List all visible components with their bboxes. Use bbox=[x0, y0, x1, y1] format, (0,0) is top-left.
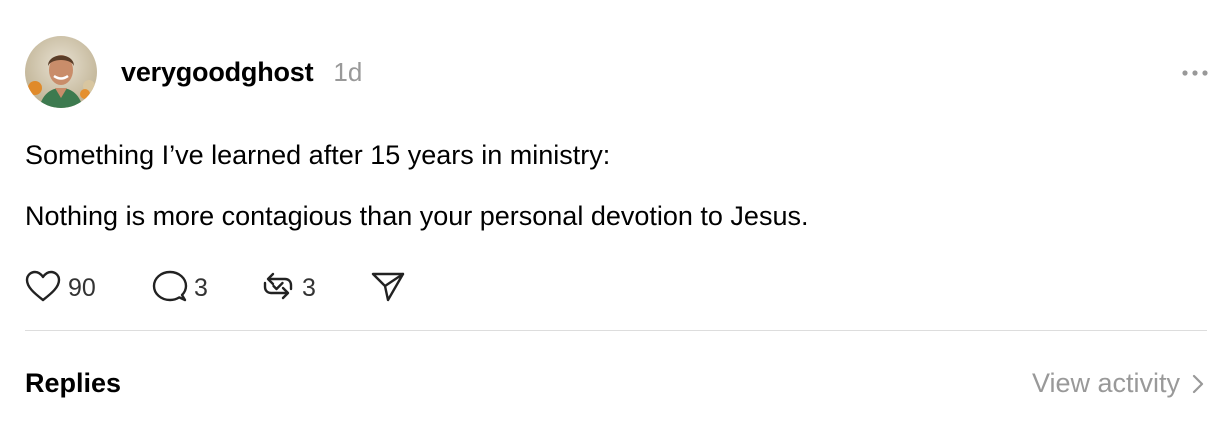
post-header: verygoodghost 1d bbox=[25, 35, 362, 109]
post-text-line: Nothing is more contagious than your per… bbox=[25, 201, 809, 231]
replies-heading: Replies bbox=[25, 368, 122, 398]
divider bbox=[25, 330, 1207, 331]
view-activity-link[interactable]: View activity bbox=[1032, 368, 1204, 399]
view-activity-label: View activity bbox=[1031, 368, 1180, 398]
reply-count: 3 bbox=[194, 273, 208, 302]
send-icon bbox=[370, 269, 406, 308]
more-horizontal-icon bbox=[1181, 64, 1209, 82]
chevron-right-icon bbox=[1192, 374, 1204, 394]
repost-button[interactable]: 3 bbox=[260, 269, 370, 308]
thread-post: verygoodghost 1d Something I’ve learned … bbox=[0, 0, 1232, 434]
post-actions: 90 3 3 bbox=[24, 268, 406, 308]
like-count: 90 bbox=[68, 273, 96, 302]
avatar[interactable] bbox=[25, 36, 97, 108]
more-options-button[interactable] bbox=[1180, 58, 1210, 88]
reply-button[interactable]: 3 bbox=[152, 269, 260, 308]
post-text-line: Something I’ve learned after 15 years in… bbox=[25, 140, 611, 170]
share-button[interactable] bbox=[370, 269, 406, 308]
like-button[interactable]: 90 bbox=[24, 269, 152, 308]
repost-icon bbox=[260, 269, 296, 308]
speech-bubble-icon bbox=[152, 269, 188, 308]
timestamp: 1d bbox=[333, 56, 363, 87]
heart-icon bbox=[24, 269, 62, 308]
username[interactable]: verygoodghost bbox=[121, 57, 314, 88]
repost-count: 3 bbox=[302, 273, 316, 302]
